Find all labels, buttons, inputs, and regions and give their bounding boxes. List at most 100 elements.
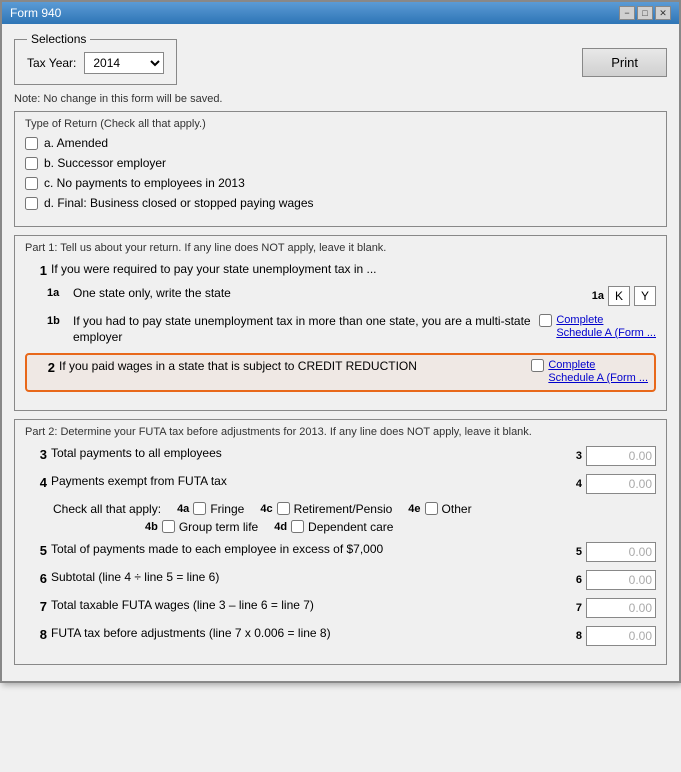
maximize-button[interactable]: □ [637, 6, 653, 20]
check-label-b: b. Successor employer [44, 156, 166, 170]
title-bar-buttons: − □ ✕ [619, 6, 671, 20]
check-row-a: a. Amended [25, 136, 656, 150]
line-1b-sub: 1b [47, 315, 69, 327]
line-1a-text: One state only, write the state [73, 286, 584, 302]
selections-row: Selections Tax Year: 2012 2013 2014 2015… [14, 32, 667, 93]
check-4a-id: 4a [177, 503, 189, 515]
check-label-d: d. Final: Business closed or stopped pay… [44, 196, 314, 210]
line-1a-sub: 1a [47, 287, 69, 299]
check-4e: 4e Other [408, 502, 471, 516]
line-7-row: 7 Total taxable FUTA wages (line 3 – lin… [25, 598, 656, 618]
line-4-label: 4 [576, 478, 582, 490]
checkbox-4b[interactable] [162, 520, 175, 533]
note-text: Note: No change in this form will be sav… [14, 93, 667, 105]
complete-link-2[interactable]: Complete Schedule A (Form ... [548, 359, 648, 385]
line-2-text: If you paid wages in a state that is sub… [59, 359, 523, 375]
line-1b-row: 1b If you had to pay state unemployment … [25, 314, 656, 345]
tax-year-select[interactable]: 2012 2013 2014 2015 [84, 52, 164, 74]
line-3-right: 3 [576, 446, 656, 466]
line-7-text: Total taxable FUTA wages (line 3 – line … [51, 598, 568, 614]
line-4-input[interactable] [586, 474, 656, 494]
checkbox-final[interactable] [25, 197, 38, 210]
type-of-return-title: Type of Return (Check all that apply.) [25, 118, 656, 130]
line-4-num: 4 [25, 475, 47, 490]
line-1-num: 1 [25, 263, 47, 278]
line-5-input[interactable] [586, 542, 656, 562]
line-1b-text: If you had to pay state unemployment tax… [73, 314, 531, 345]
check-label-a: a. Amended [44, 136, 108, 150]
line-3-text: Total payments to all employees [51, 446, 568, 462]
checkbox-4e[interactable] [425, 502, 438, 515]
line-8-label: 8 [576, 630, 582, 642]
complete-link-1b[interactable]: Complete Schedule A (Form ... [556, 314, 656, 340]
line-7-input[interactable] [586, 598, 656, 618]
line-5-row: 5 Total of payments made to each employe… [25, 542, 656, 562]
form-940-window: Form 940 − □ ✕ Selections Tax Year: 2012… [0, 0, 681, 683]
checkall-row-1: Check all that apply: 4a Fringe 4c Retir… [25, 502, 656, 516]
line-1a-right: 1a [592, 286, 656, 306]
line-6-input[interactable] [586, 570, 656, 590]
line-3-input[interactable] [586, 446, 656, 466]
state-box-1[interactable] [608, 286, 630, 306]
selections-group: Selections Tax Year: 2012 2013 2014 2015 [14, 32, 177, 85]
part2-section: Part 2: Determine your FUTA tax before a… [14, 419, 667, 665]
line-8-num: 8 [25, 627, 47, 642]
checkbox-4c[interactable] [277, 502, 290, 515]
check-4d-id: 4d [274, 521, 287, 533]
line-1-text: If you were required to pay your state u… [51, 262, 656, 278]
checkbox-4d[interactable] [291, 520, 304, 533]
close-button[interactable]: ✕ [655, 6, 671, 20]
check-4d: 4d Dependent care [274, 520, 393, 534]
line-8-row: 8 FUTA tax before adjustments (line 7 x … [25, 626, 656, 646]
check-4d-label: Dependent care [308, 520, 393, 534]
check-4a: 4a Fringe [177, 502, 244, 516]
title-bar: Form 940 − □ ✕ [2, 2, 679, 24]
check-label-c: c. No payments to employees in 2013 [44, 176, 245, 190]
line-6-label: 6 [576, 574, 582, 586]
line-7-label: 7 [576, 602, 582, 614]
line-6-row: 6 Subtotal (line 4 ÷ line 5 = line 6) 6 [25, 570, 656, 590]
line-8-right: 8 [576, 626, 656, 646]
window-title: Form 940 [10, 6, 61, 20]
line-2-num: 2 [33, 360, 55, 375]
check-row-c: c. No payments to employees in 2013 [25, 176, 656, 190]
line-1b-right: Complete Schedule A (Form ... [539, 314, 656, 340]
line-6-right: 6 [576, 570, 656, 590]
print-button[interactable]: Print [582, 48, 667, 77]
check-4c-id: 4c [260, 503, 272, 515]
line-4-row: 4 Payments exempt from FUTA tax 4 [25, 474, 656, 494]
check-4c-label: Retirement/Pensio [294, 502, 393, 516]
line-5-label: 5 [576, 546, 582, 558]
checkbox-amended[interactable] [25, 137, 38, 150]
tax-year-row: Tax Year: 2012 2013 2014 2015 [27, 52, 164, 74]
check-4a-label: Fringe [210, 502, 244, 516]
checkbox-1b[interactable] [539, 314, 552, 327]
check-row-b: b. Successor employer [25, 156, 656, 170]
checkall-row-2: 4b Group term life 4d Dependent care [25, 520, 656, 534]
line-3-row: 3 Total payments to all employees 3 [25, 446, 656, 466]
checkbox-successor[interactable] [25, 157, 38, 170]
form-content: Selections Tax Year: 2012 2013 2014 2015… [2, 24, 679, 681]
line-3-num: 3 [25, 447, 47, 462]
part1-title: Part 1: Tell us about your return. If an… [25, 242, 656, 254]
checkbox-4a[interactable] [193, 502, 206, 515]
line-3-label: 3 [576, 450, 582, 462]
line-2-row: 2 If you paid wages in a state that is s… [25, 353, 656, 391]
line-1-row: 1 If you were required to pay your state… [25, 262, 656, 278]
minimize-button[interactable]: − [619, 6, 635, 20]
part2-title: Part 2: Determine your FUTA tax before a… [25, 426, 656, 438]
line-7-num: 7 [25, 599, 47, 614]
line-8-text: FUTA tax before adjustments (line 7 x 0.… [51, 626, 568, 642]
state-box-2[interactable] [634, 286, 656, 306]
part1-section: Part 1: Tell us about your return. If an… [14, 235, 667, 411]
line-4-text: Payments exempt from FUTA tax [51, 474, 568, 490]
line-2-right: Complete Schedule A (Form ... [531, 359, 648, 385]
checkbox-2[interactable] [531, 359, 544, 372]
line-6-text: Subtotal (line 4 ÷ line 5 = line 6) [51, 570, 568, 586]
line-8-input[interactable] [586, 626, 656, 646]
line-5-num: 5 [25, 543, 47, 558]
line-4-right: 4 [576, 474, 656, 494]
checkbox-no-payments[interactable] [25, 177, 38, 190]
check-row-d: d. Final: Business closed or stopped pay… [25, 196, 656, 210]
line-1a-row: 1a One state only, write the state 1a [25, 286, 656, 306]
